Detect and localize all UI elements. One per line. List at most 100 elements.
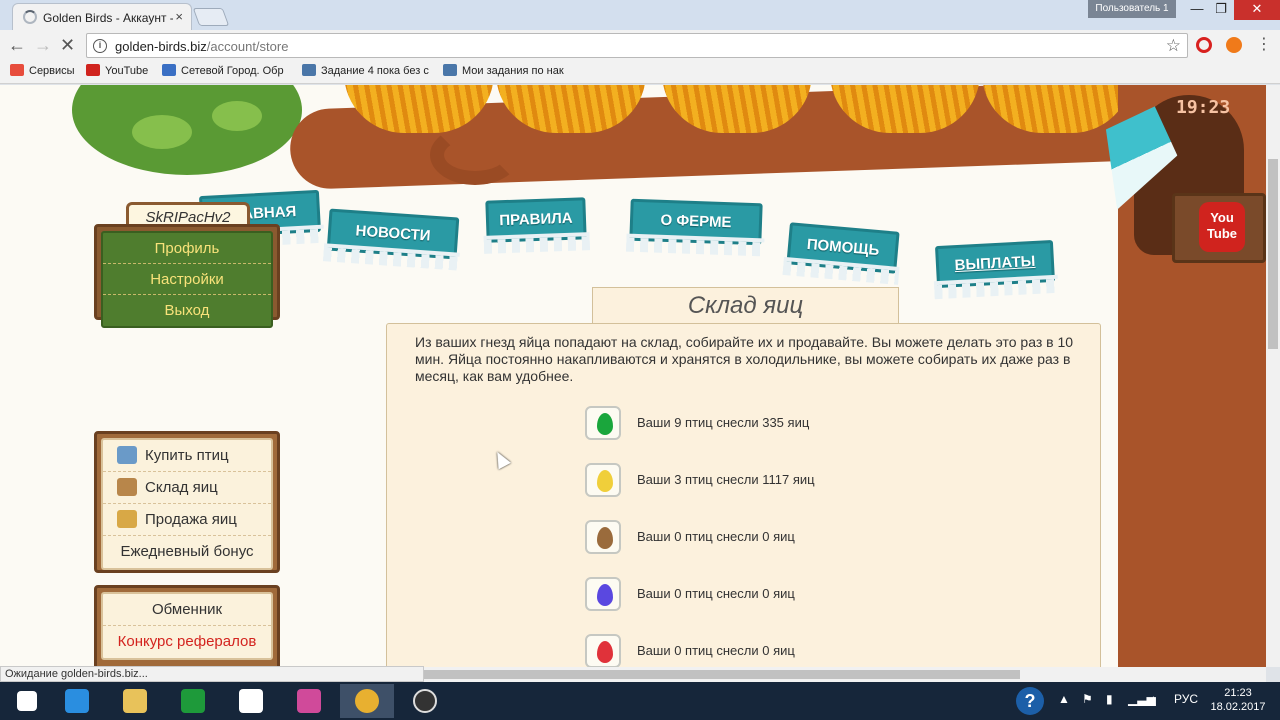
taskbar-store[interactable] [166,684,220,718]
account-menu-board: Профиль Настройки Выход [94,224,280,328]
windows-logo-icon [17,691,37,711]
chrome-icon [355,689,379,713]
battery-icon[interactable]: ▮ [1106,692,1113,706]
nav-news[interactable]: НОВОСТИ [326,208,460,260]
tab-title: Golden Birds - Аккаунт - [43,11,173,25]
nav-payouts[interactable]: ВЫПЛАТЫ [934,239,1056,289]
help-icon[interactable]: ? [1016,687,1044,715]
close-window-button[interactable]: ✕ [1234,0,1280,20]
windows-taskbar: ? ▲ ⚑ ▮ ▁▃▅ ♪ РУС 21:23 18.02.2017 [0,682,1280,720]
box-icon [117,478,137,496]
url-path: /account/store [206,39,289,54]
profile-button[interactable]: Пользователь 1 [1088,0,1176,18]
taskbar-dropbox[interactable] [224,684,278,718]
status-bar: Ожидание golden-birds.biz... [0,666,424,682]
app-icon [297,689,321,713]
green-egg-icon [597,413,613,435]
page-viewport: 19:23 You Tube ГЛАВНАЯ НОВОСТИ ПРАВИЛА О… [0,85,1266,667]
egg-count-text: Ваши 0 птиц снесли 0 яиц [637,529,795,544]
egg-box [585,406,621,440]
menu-buy-birds[interactable]: Купить птиц [103,440,271,472]
forward-button[interactable]: → [34,35,52,55]
taskbar-ie[interactable] [50,684,104,718]
document-icon [162,64,176,76]
menu-daily-bonus[interactable]: Ежедневный бонус [103,536,271,568]
stop-loading-button[interactable]: ✕ [60,35,75,55]
extra-menu-board: Обменник Конкурс рефералов [94,585,280,667]
browser-menu-icon[interactable]: ⋮ [1256,35,1272,55]
apps-icon [10,64,24,76]
opera-extension-icon[interactable] [1196,37,1212,53]
nav-rules[interactable]: ПРАВИЛА [485,197,587,243]
egg-box [585,520,621,554]
egg-box [585,577,621,611]
menu-referral-contest[interactable]: Конкурс рефералов [103,626,271,658]
taskbar-chrome[interactable] [340,684,394,718]
blue-egg-icon [597,584,613,606]
loading-spinner-icon [23,10,37,24]
tab-close-icon[interactable]: × [175,9,183,24]
taskbar-obs[interactable] [398,684,452,718]
brown-egg-icon [597,527,613,549]
menu-egg-store[interactable]: Склад яиц [103,472,271,504]
menu-settings[interactable]: Настройки [103,264,271,295]
store-icon [181,689,205,713]
browser-toolbar: ← → ✕ i golden-birds.biz/account/store ☆… [0,30,1280,60]
egg-box [585,463,621,497]
volume-icon[interactable]: ♪ [1150,692,1156,706]
globe-icon [443,64,457,76]
boxes-icon [117,510,137,528]
egg-box [585,634,621,667]
vk-icon [302,64,316,76]
new-tab-button[interactable] [192,8,230,26]
bookmark-task4[interactable]: Задание 4 пока без с [302,64,429,77]
nav-help[interactable]: ПОМОЩЬ [786,222,900,274]
tree-crown-decoration [72,85,302,175]
start-button[interactable] [0,684,54,718]
youtube-link-button[interactable]: You Tube [1199,202,1245,252]
url-text: golden-birds.biz/account/store [115,39,288,54]
flag-icon[interactable]: ⚑ [1082,692,1093,706]
horizontal-scrollbar[interactable] [424,667,1266,682]
yellow-egg-icon [597,470,613,492]
bookmark-youtube[interactable]: YouTube [86,64,148,77]
back-button[interactable]: ← [8,35,26,55]
egg-count-text: Ваши 3 птиц снесли 1117 яиц [637,472,815,487]
menu-sell-eggs[interactable]: Продажа яиц [103,504,271,536]
egg-count-text: Ваши 0 птиц снесли 0 яиц [637,586,795,601]
menu-logout[interactable]: Выход [103,295,271,326]
red-egg-icon [597,641,613,663]
language-indicator[interactable]: РУС [1174,692,1198,706]
vertical-scrollbar[interactable] [1266,85,1280,667]
vertical-scroll-thumb[interactable] [1268,159,1278,349]
window-titlebar: Golden Birds - Аккаунт - × Пользователь … [0,0,1280,30]
system-clock[interactable]: 21:23 18.02.2017 [1206,686,1270,714]
folder-icon [123,689,147,713]
branch-curl-decoration [430,125,520,185]
bookmarks-bar: Сервисы YouTube Сетевой Город. Обр Задан… [0,60,1280,84]
tray-arrow-icon[interactable]: ▲ [1058,692,1070,706]
fire-extension-icon[interactable] [1226,37,1242,53]
bookmark-my-tasks[interactable]: Мои задания по нак [443,64,564,77]
account-menu: Профиль Настройки Выход [101,231,273,328]
bookmark-services[interactable]: Сервисы [10,64,75,77]
internet-explorer-icon [65,689,89,713]
site-clock: 19:23 [1176,97,1231,118]
browser-tab[interactable]: Golden Birds - Аккаунт - × [12,3,192,30]
taskbar-explorer[interactable] [108,684,162,718]
menu-exchanger[interactable]: Обменник [103,594,271,626]
dropbox-icon [239,689,263,713]
bookmark-school[interactable]: Сетевой Город. Обр [162,64,284,77]
obs-icon [413,689,437,713]
egg-count-text: Ваши 0 птиц снесли 0 яиц [637,643,795,658]
maximize-button[interactable]: ❐ [1206,0,1236,20]
taskbar-app[interactable] [282,684,336,718]
horizontal-scroll-thumb[interactable] [424,670,1020,679]
cart-icon [117,446,137,464]
site-info-icon[interactable]: i [93,39,107,53]
bookmark-star-icon[interactable]: ☆ [1166,36,1181,56]
extra-menu: Обменник Конкурс рефералов [101,592,273,660]
menu-profile[interactable]: Профиль [103,233,271,264]
address-bar[interactable]: i golden-birds.biz/account/store ☆ [86,33,1188,58]
nav-about-farm[interactable]: О ФЕРМЕ [629,198,763,246]
